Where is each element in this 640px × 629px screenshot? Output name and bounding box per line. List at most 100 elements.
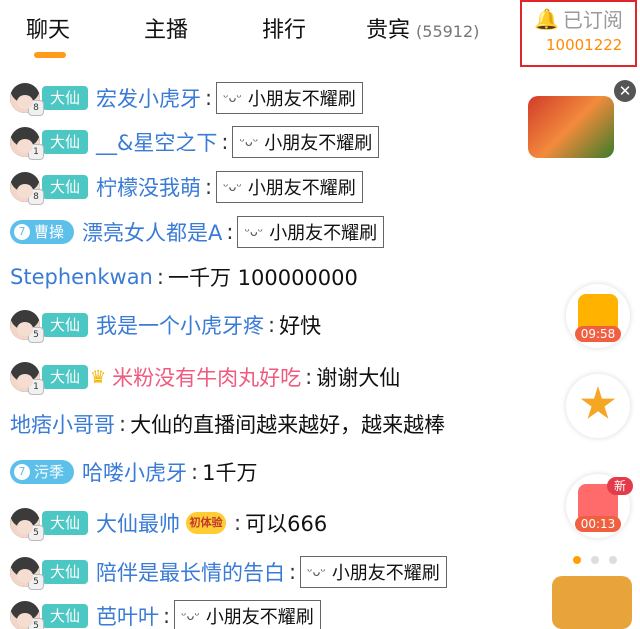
chat-message: 5 大仙 芭叶叶 : ᵕᴗᵕ 小朋友不耀刷: [10, 596, 321, 629]
subscribe-label: 已订阅: [562, 8, 623, 32]
chat-message: 8 大仙 柠檬没我萌 : ᵕᴗᵕ 小朋友不耀刷: [10, 167, 363, 207]
chest-icon[interactable]: [552, 576, 632, 629]
tab-chat-label: 聊天: [26, 18, 71, 43]
chat-message: 5 大仙 我是一个小虎牙疼 : 好快: [10, 305, 321, 345]
message-text: 一千万 100000000: [167, 266, 358, 290]
user-avatar[interactable]: 5: [10, 310, 44, 343]
carousel-dot[interactable]: [573, 556, 581, 564]
emoji-icon: ᵕᴗᵕ: [239, 134, 259, 150]
message-text: 谢谢大仙: [316, 366, 401, 390]
fan-badge: 大仙: [42, 560, 89, 584]
fan-level: 7: [14, 464, 30, 480]
chat-message: 地痞小哥哥 : 大仙的直播间越来越好，越来越棒: [10, 404, 445, 444]
emoji-icon: ᵕᴗᵕ: [223, 179, 242, 195]
user-avatar[interactable]: 1: [10, 362, 44, 395]
bell-icon: 🔔: [534, 6, 559, 31]
tab-active-indicator: [34, 52, 66, 58]
subscribe-row: 🔔 已订阅: [534, 4, 623, 33]
user-name[interactable]: 柠檬没我萌: [96, 172, 201, 202]
user-avatar[interactable]: 8: [10, 83, 44, 116]
chat-message: 1 大仙 __&星空之下 : ᵕᴗᵕ 小朋友不耀刷: [10, 122, 380, 162]
user-avatar[interactable]: 1: [10, 127, 44, 160]
vip-count: (55912): [416, 22, 480, 41]
level-badge: 1: [28, 379, 44, 395]
chat-message: Stephenkwan : 一千万 100000000: [10, 257, 358, 297]
treasure-timer: 09:58: [575, 326, 621, 342]
message-text: 可以666: [245, 512, 328, 536]
user-name[interactable]: 哈喽小虎牙: [82, 457, 187, 487]
level-badge: 8: [28, 100, 44, 116]
sticker-message: ᵕᴗᵕ 小朋友不耀刷: [232, 126, 380, 158]
user-avatar[interactable]: 8: [10, 172, 44, 205]
user-name[interactable]: 芭叶叶: [96, 601, 159, 629]
sticker-text: 小朋友不耀刷: [205, 607, 314, 628]
sticker-text: 小朋友不耀刷: [247, 89, 356, 110]
fan-badge-label: 污季: [34, 463, 65, 481]
fan-badge: 大仙: [42, 86, 89, 110]
name-separator: :: [156, 265, 164, 289]
fan-badge: 7 污季: [10, 460, 75, 484]
carousel-dot[interactable]: [609, 556, 617, 564]
new-badge: 新: [607, 477, 633, 495]
user-avatar[interactable]: 5: [10, 557, 44, 590]
name-separator: :: [289, 560, 297, 584]
fan-badge-label: 曹操: [34, 223, 65, 241]
emoji-icon: ᵕᴗᵕ: [223, 90, 242, 106]
name-separator: :: [305, 365, 313, 389]
message-text: 1千万: [202, 461, 258, 485]
level-badge: 1: [28, 144, 44, 160]
subscriber-count: 10001222: [546, 36, 623, 54]
vip-icon: ♛: [90, 366, 107, 388]
name-separator: :: [163, 604, 171, 628]
user-name[interactable]: 大仙最帅: [96, 508, 180, 538]
user-name[interactable]: __&星空之下: [96, 127, 217, 157]
subscribe-button[interactable]: 🔔 已订阅 10001222: [520, 0, 637, 67]
user-name[interactable]: 米粉没有牛肉丸好吃: [112, 362, 301, 392]
carousel-dot[interactable]: [591, 556, 599, 564]
user-name[interactable]: 地痞小哥哥: [10, 409, 115, 439]
user-avatar[interactable]: 5: [10, 508, 44, 541]
chat-message: 8 大仙 宏发小虎牙 : ᵕᴗᵕ 小朋友不耀刷: [10, 78, 363, 118]
fan-badge: 大仙: [42, 511, 89, 535]
sticker-message: ᵕᴗᵕ 小朋友不耀刷: [216, 82, 363, 114]
user-avatar[interactable]: 5: [10, 601, 44, 629]
level-badge: 8: [28, 189, 44, 205]
level-badge: 5: [28, 574, 44, 590]
chat-list[interactable]: 8 大仙 宏发小虎牙 : ᵕᴗᵕ 小朋友不耀刷 1 大仙 __&星空之下 : ᵕᴗ…: [0, 60, 560, 629]
level-badge: 5: [28, 327, 44, 343]
sticker-text: 小朋友不耀刷: [331, 563, 440, 584]
name-separator: :: [268, 313, 276, 337]
sticker-text: 小朋友不耀刷: [247, 178, 356, 199]
star-icon: [580, 386, 616, 419]
emoji-icon: ᵕᴗᵕ: [181, 608, 200, 624]
user-name[interactable]: 宏发小虎牙: [96, 83, 201, 113]
tab-vip-label: 贵宾: [366, 18, 411, 43]
name-separator: :: [119, 412, 127, 436]
user-name[interactable]: Stephenkwan: [10, 265, 153, 289]
chat-message: 5 大仙 陪伴是最长情的告白 : ᵕᴗᵕ 小朋友不耀刷: [10, 552, 447, 592]
fan-badge: 大仙: [42, 175, 89, 199]
name-separator: :: [191, 460, 199, 484]
user-name[interactable]: 我是一个小虎牙疼: [96, 310, 264, 340]
sticker-message: ᵕᴗᵕ 小朋友不耀刷: [174, 600, 321, 629]
tv-timer: 00:13: [575, 516, 621, 532]
rank-star-button[interactable]: [566, 374, 630, 438]
name-separator: :: [226, 220, 234, 244]
close-icon[interactable]: ✕: [614, 80, 636, 102]
gift-banner[interactable]: [528, 96, 614, 158]
tab-ranking-label: 排行: [262, 18, 307, 43]
tab-anchor[interactable]: 主播: [144, 12, 188, 44]
sticker-message: ᵕᴗᵕ 小朋友不耀刷: [237, 216, 385, 248]
tab-chat[interactable]: 聊天: [26, 12, 70, 44]
chat-message: 1 大仙 ♛ 米粉没有牛肉丸好吃 : 谢谢大仙: [10, 357, 400, 397]
tab-vip[interactable]: 贵宾 (55912): [366, 12, 479, 44]
treasure-box-button[interactable]: 09:58: [566, 284, 630, 348]
user-name[interactable]: 陪伴是最长情的告白: [96, 557, 285, 587]
user-name[interactable]: 漂亮女人都是A: [82, 217, 222, 247]
tab-ranking[interactable]: 排行: [262, 12, 306, 44]
message-text: 大仙的直播间越来越好，越来越棒: [130, 413, 446, 437]
name-separator: :: [221, 130, 229, 154]
emoji-icon: ᵕᴗᵕ: [307, 564, 326, 580]
tab-anchor-label: 主播: [144, 18, 189, 43]
chat-message: 7 污季 哈喽小虎牙 : 1千万: [10, 452, 257, 492]
